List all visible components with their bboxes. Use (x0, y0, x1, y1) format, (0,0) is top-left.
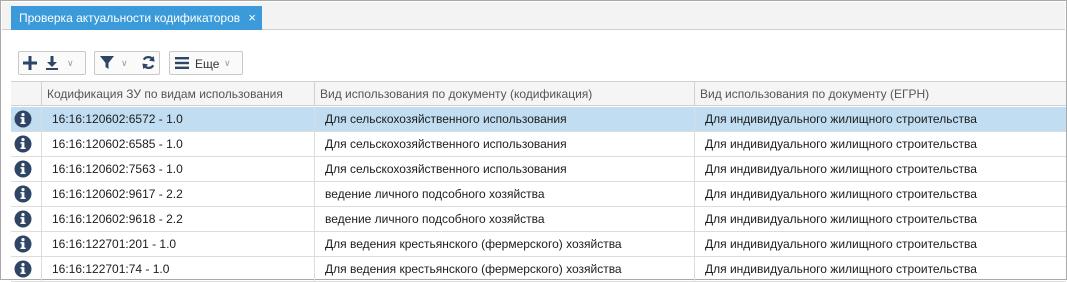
cell-usage-egrn: Для индивидуального жилищного строительс… (694, 182, 1066, 206)
cell-usage-codification: ведение личного подсобного хозяйства (314, 182, 694, 206)
cell-codification: 16:16:120602:7563 - 1.0 (41, 157, 314, 181)
refresh-icon (142, 55, 155, 70)
cell-usage-egrn: Для индивидуального жилищного строительс… (694, 207, 1066, 231)
cell-codification: 16:16:120602:9617 - 2.2 (41, 182, 314, 206)
tab-bar: Проверка актуальности кодификаторов × (2, 2, 1065, 30)
cell-usage-egrn: Для индивидуального жилищного строительс… (694, 157, 1066, 181)
info-icon-cell[interactable] (11, 157, 41, 181)
chevron-down-icon: ∨ (67, 58, 74, 68)
info-icon-cell[interactable] (11, 107, 41, 131)
plus-icon (23, 56, 37, 70)
menu-icon (175, 57, 189, 69)
cell-usage-egrn: Для индивидуального жилищного строительс… (694, 257, 1066, 281)
cell-usage-codification: Для сельскохозяйственного использования (314, 107, 694, 131)
cell-usage-egrn: Для индивидуального жилищного строительс… (694, 132, 1066, 156)
info-icon-cell[interactable] (11, 207, 41, 231)
add-download-group: ∨ (18, 51, 86, 75)
close-icon[interactable]: × (248, 6, 256, 30)
filter-button[interactable]: ∨ (95, 52, 137, 74)
table-header: Кодификация ЗУ по видам использования Ви… (11, 82, 1066, 106)
tab-title: Проверка актуальности кодификаторов (19, 11, 241, 25)
info-icon-cell[interactable] (11, 257, 41, 281)
table-row[interactable]: 16:16:120602:9617 - 2.2 ведение личного п… (11, 182, 1066, 207)
window-frame: Проверка актуальности кодификаторов × ∨ (0, 0, 1067, 282)
refresh-button[interactable] (137, 52, 159, 74)
more-label: Еще (195, 57, 220, 71)
header-usage-codification[interactable]: Вид использования по документу (кодифика… (314, 82, 694, 106)
cell-usage-codification: Для ведения крестьянского (фермерского) … (314, 257, 694, 281)
table-row[interactable]: 16:16:120602:7563 - 1.0 Для сельскохозяйс… (11, 157, 1066, 182)
cell-usage-egrn: Для индивидуального жилищного строительс… (694, 232, 1066, 256)
table-row[interactable]: 16:16:122701:74 - 1.0 Для ведения крестья… (11, 257, 1066, 282)
cell-usage-egrn: Для индивидуального жилищного строительс… (694, 107, 1066, 131)
info-icon (14, 135, 32, 153)
table-row[interactable]: 16:16:122701:201 - 1.0 Для ведения кресть… (11, 232, 1066, 257)
info-icon-cell[interactable] (11, 182, 41, 206)
table-row[interactable]: 16:16:120602:6572 - 1.0 Для сельскохозяйс… (11, 107, 1066, 132)
filter-refresh-group: ∨ (94, 51, 160, 75)
info-icon (14, 160, 32, 178)
chevron-down-icon: ∨ (224, 58, 231, 68)
cell-usage-codification: Для сельскохозяйственного использования (314, 132, 694, 156)
info-icon (14, 235, 32, 253)
cell-codification: 16:16:120602:6572 - 1.0 (41, 107, 314, 131)
info-icon-cell[interactable] (11, 132, 41, 156)
download-button[interactable]: ∨ (41, 52, 85, 74)
filter-icon (100, 56, 114, 69)
info-icon (14, 260, 32, 278)
cell-usage-codification: Для ведения крестьянского (фермерского) … (314, 232, 694, 256)
info-icon (14, 185, 32, 203)
chevron-down-icon: ∨ (121, 58, 128, 68)
cell-codification: 16:16:122701:74 - 1.0 (41, 257, 314, 281)
table-row[interactable]: 16:16:120602:6585 - 1.0 Для сельскохозяйс… (11, 132, 1066, 157)
cell-usage-codification: Для сельскохозяйственного использования (314, 157, 694, 181)
tab-check-codifiers[interactable]: Проверка актуальности кодификаторов × (11, 6, 262, 30)
data-table: Кодификация ЗУ по видам использования Ви… (11, 81, 1066, 282)
header-icon-column (11, 82, 41, 106)
cell-codification: 16:16:120602:6585 - 1.0 (41, 132, 314, 156)
cell-usage-codification: ведение личного подсобного хозяйства (314, 207, 694, 231)
cell-codification: 16:16:120602:9618 - 2.2 (41, 207, 314, 231)
header-usage-egrn[interactable]: Вид использования по документу (ЕГРН) (694, 82, 1066, 106)
info-icon-cell[interactable] (11, 232, 41, 256)
header-codification[interactable]: Кодификация ЗУ по видам использования (41, 82, 314, 106)
info-icon (14, 210, 32, 228)
cell-codification: 16:16:122701:201 - 1.0 (41, 232, 314, 256)
download-icon (46, 56, 58, 70)
info-icon (14, 110, 32, 128)
more-menu-button[interactable]: Еще ∨ (169, 51, 243, 75)
add-button[interactable] (19, 52, 41, 74)
table-row[interactable]: 16:16:120602:9618 - 2.2 ведение личного п… (11, 207, 1066, 232)
